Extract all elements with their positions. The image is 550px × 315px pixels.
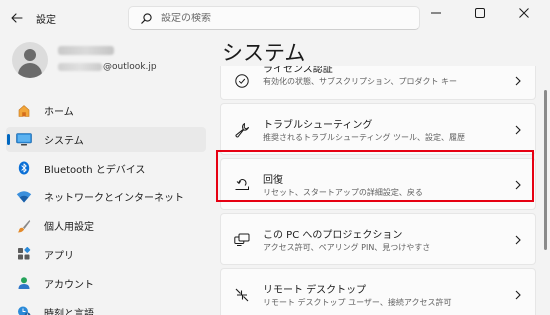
app-title: 設定 [36,15,56,26]
sidebar-item-label: システム [44,135,84,147]
close-button[interactable] [502,0,546,26]
page-title: システム [222,41,306,65]
arrow-left-icon [11,13,23,23]
card-title: トラブルシューティング [263,120,373,131]
sidebar-item-label: アカウント [44,279,94,291]
search-box[interactable] [128,6,420,30]
sidebar-item-bluetooth[interactable]: Bluetooth とデバイス [6,156,206,181]
projection-icon [233,231,251,249]
system-icon [16,131,32,147]
activation-icon [233,72,251,90]
sidebar-item-personalization[interactable]: 個人用設定 [6,213,206,238]
settings-list: ライセンス認証 有効化の状態、サブスクリプション、プロダクト キー トラブルシュ… [220,66,536,315]
sidebar-item-apps[interactable]: アプリ [6,242,206,267]
chevron-right-icon [513,125,523,135]
card-troubleshooting[interactable]: トラブルシューティング 推奨されるトラブルシューティング ツール、設定、履歴 [220,103,536,155]
card-title: 回復 [263,175,283,186]
bluetooth-icon [16,160,32,176]
sidebar-nav: ホーム システム Bluetooth とデバイス ネットワークとインターネット … [6,98,206,315]
scrollbar[interactable] [544,90,547,250]
maximize-button[interactable] [458,0,502,26]
sidebar-item-label: Bluetooth とデバイス [44,164,146,176]
sidebar-item-home[interactable]: ホーム [6,98,206,123]
chevron-right-icon [513,290,523,300]
brush-icon [16,218,32,234]
card-recovery[interactable]: 回復 リセット、スタートアップの詳細設定、戻る [220,158,536,210]
sidebar-item-system[interactable]: システム [6,126,206,152]
recovery-icon [233,176,251,194]
maximize-icon [475,8,485,18]
title-bar: 設定 [0,0,550,36]
minimize-button[interactable] [414,0,458,26]
avatar [12,42,48,78]
home-icon [16,103,32,119]
card-description: アクセス許可、ペアリング PIN、見つけやすさ [263,243,431,252]
card-projection[interactable]: この PC へのプロジェクション アクセス許可、ペアリング PIN、見つけやすさ [220,213,536,265]
card-title: この PC へのプロジェクション [263,230,403,241]
wifi-icon [16,189,32,205]
sidebar-item-label: 個人用設定 [44,222,94,234]
back-button[interactable] [8,9,26,27]
search-input[interactable] [161,12,401,24]
search-icon [139,11,153,25]
sidebar-item-accounts[interactable]: アカウント [6,271,206,296]
card-activation[interactable]: ライセンス認証 有効化の状態、サブスクリプション、プロダクト キー [220,66,536,100]
chevron-right-icon [513,76,523,86]
apps-icon [16,246,32,262]
card-remote-desktop[interactable]: リモート デスクトップ リモート デスクトップ ユーザー、接続アクセス許可 [220,268,536,315]
chevron-right-icon [513,180,523,190]
sidebar-item-time-language[interactable]: A 時刻と言語 [6,300,206,315]
sidebar-item-label: 時刻と言語 [44,308,94,315]
card-description: 推奨されるトラブルシューティング ツール、設定、履歴 [263,133,466,142]
chevron-right-icon [513,235,523,245]
sidebar-item-label: ホーム [44,107,74,118]
profile-email: @outlook.jp [58,62,157,72]
card-description: リセット、スタートアップの詳細設定、戻る [263,188,423,197]
account-icon [16,275,32,291]
card-title: リモート デスクトップ [263,285,367,296]
sidebar-item-label: ネットワークとインターネット [44,193,184,205]
clock-language-icon: A [16,304,32,315]
card-description: 有効化の状態、サブスクリプション、プロダクト キー [263,77,458,86]
card-description: リモート デスクトップ ユーザー、接続アクセス許可 [263,298,452,307]
sidebar-item-label: アプリ [44,250,74,262]
close-icon [519,8,529,18]
wrench-icon [233,121,251,139]
email-domain: @outlook.jp [103,62,157,72]
email-local-blurred [58,62,102,71]
minimize-icon [431,12,441,14]
sidebar-item-network[interactable]: ネットワークとインターネット [6,184,206,209]
card-title: ライセンス認証 [263,66,333,75]
remote-desktop-icon [233,286,251,304]
profile-name-blurred [58,46,114,55]
